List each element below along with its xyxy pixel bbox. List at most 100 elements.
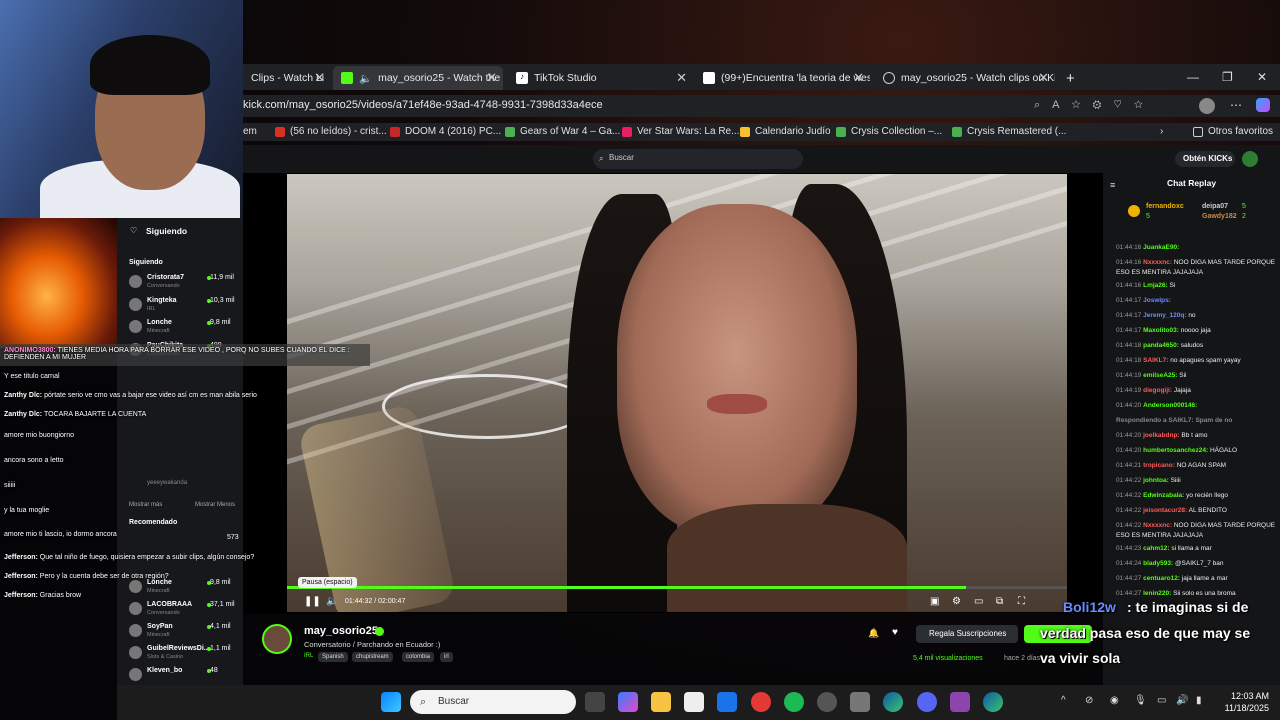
channel-avatar[interactable] — [129, 646, 142, 659]
sidebar-channel-name[interactable]: Lonche — [147, 579, 172, 586]
minimize-icon[interactable]: — — [1187, 70, 1199, 84]
heart-icon[interactable]: ♥ — [892, 627, 898, 638]
chat-username[interactable]: cahm12: — [1143, 545, 1169, 552]
record-icon[interactable]: ◉ — [1110, 695, 1119, 706]
windows-start-icon[interactable] — [381, 692, 401, 712]
close-icon[interactable]: ✕ — [486, 70, 497, 86]
chat-username[interactable]: emilseA25: — [1143, 372, 1177, 379]
more-menu-icon[interactable]: ⋯ — [1230, 98, 1242, 112]
close-window-icon[interactable]: ✕ — [1257, 70, 1267, 84]
chat-username[interactable]: Joswips: — [1143, 297, 1171, 304]
show-less-link[interactable]: Mostrar Menos — [195, 502, 235, 508]
bookmark-0[interactable]: em — [243, 126, 257, 137]
editor-icon[interactable] — [950, 692, 970, 712]
sidebar-channel-name[interactable]: Lonche — [147, 319, 172, 326]
close-icon[interactable]: ✕ — [1038, 70, 1049, 86]
sidebar-channel-name[interactable]: Kingteka — [147, 297, 177, 304]
close-icon[interactable]: ✕ — [314, 70, 325, 86]
fullscreen-icon[interactable]: ⛶ — [1018, 596, 1025, 607]
get-kicks-button[interactable]: Obtén KICKs — [1175, 151, 1235, 167]
bell-icon[interactable]: 🔔 — [868, 628, 879, 639]
volume-icon[interactable]: 🔈 — [326, 596, 338, 607]
user-avatar[interactable] — [1242, 151, 1258, 167]
chat-username[interactable]: joelkabdnp: — [1143, 432, 1179, 439]
maximize-icon[interactable]: ❐ — [1222, 70, 1233, 84]
channel-avatar[interactable] — [129, 668, 142, 681]
battery-icon[interactable]: ▮ — [1196, 695, 1202, 706]
outlook-icon[interactable] — [717, 692, 737, 712]
system-clock[interactable]: 12:03 AM 11/18/2025 — [1219, 690, 1269, 714]
spotify-icon[interactable] — [784, 692, 804, 712]
profile-avatar[interactable] — [1199, 98, 1215, 114]
chat-username[interactable]: JuankaE90: — [1143, 244, 1179, 251]
sidebar-channel-name[interactable]: Kleven_bo — [147, 667, 182, 674]
chat-username[interactable]: Maxolito03: — [1143, 327, 1179, 334]
channel-avatar[interactable] — [129, 624, 142, 637]
task-view-icon[interactable] — [585, 692, 605, 712]
bookmark-2[interactable]: DOOM 4 (2016) PC... — [390, 126, 501, 137]
settings-icon[interactable] — [850, 692, 870, 712]
discord-icon[interactable] — [917, 692, 937, 712]
chat-username[interactable]: panda4650: — [1143, 342, 1179, 349]
pip-icon[interactable]: ⧉ — [996, 596, 1003, 607]
settings-icon[interactable]: ⚙ — [952, 596, 961, 607]
chat-username[interactable]: tropicano: — [1143, 462, 1175, 469]
channel-avatar[interactable] — [129, 275, 142, 288]
store-icon[interactable] — [684, 692, 704, 712]
kick-search-input[interactable]: Buscar — [593, 149, 803, 169]
taskbar-search[interactable]: Buscar — [410, 690, 576, 714]
sidebar-channel-name[interactable]: GuibelReviewsDi... — [147, 645, 210, 652]
channel-avatar[interactable] — [129, 297, 142, 311]
network-icon[interactable]: ⊘ — [1085, 695, 1093, 706]
chat-username[interactable]: jeisontacur28: — [1143, 507, 1187, 514]
chat-username[interactable]: Edwinzabala: — [1143, 492, 1184, 499]
chat-username[interactable]: Respondiendo a SAIKL7: Spam de no — [1116, 417, 1232, 424]
close-icon[interactable]: ✕ — [853, 70, 864, 86]
theater-icon[interactable]: ▭ — [974, 596, 983, 607]
volume-icon[interactable]: 🔊 — [1176, 695, 1188, 706]
chat-username[interactable]: Lmja26: — [1143, 282, 1168, 289]
category-link[interactable]: IRL — [304, 653, 313, 659]
copilot-icon[interactable] — [618, 692, 638, 712]
chat-username[interactable]: blady593: — [1143, 560, 1173, 567]
clip-icon[interactable]: ▣ — [930, 596, 939, 607]
tab-tiktok-studio[interactable]: ♪ TikTok Studio ✕ — [508, 66, 693, 90]
opera-icon[interactable] — [751, 692, 771, 712]
chevron-right-icon[interactable]: › — [1160, 126, 1163, 137]
tab-clips[interactable]: Clips - Watch Li ✕ — [243, 66, 331, 90]
sidebar-header[interactable]: Siguiendo — [146, 226, 187, 236]
chrome-icon[interactable] — [817, 692, 837, 712]
channel-avatar[interactable] — [129, 320, 142, 333]
edge-icon[interactable] — [883, 692, 903, 712]
channel-name[interactable]: may_osorio25 — [304, 625, 378, 637]
channel-avatar[interactable] — [262, 624, 292, 654]
url-text[interactable]: kick.com/may_osorio25/videos/a71ef48e-93… — [243, 99, 603, 111]
bookmark-5[interactable]: Calendario Judío — [740, 126, 831, 137]
file-explorer-icon[interactable] — [651, 692, 671, 712]
copilot-icon[interactable] — [1256, 98, 1270, 112]
display-icon[interactable]: ▭ — [1157, 695, 1166, 706]
edge-icon[interactable] — [983, 692, 1003, 712]
chat-username[interactable]: humbertosanchez24: — [1143, 447, 1208, 454]
new-tab-button[interactable]: + — [1058, 66, 1082, 90]
chat-username[interactable]: johntoa: — [1143, 477, 1169, 484]
chat-username[interactable]: centuaro12: — [1143, 575, 1180, 582]
tag-colombia[interactable]: colombia — [402, 652, 435, 662]
tag-spanish[interactable]: Spanish — [318, 652, 348, 662]
video-frame[interactable] — [287, 174, 1067, 612]
chat-username[interactable]: SAIKL7: — [1143, 357, 1168, 364]
chat-username[interactable]: diegogiji: — [1143, 387, 1172, 394]
chat-username[interactable]: lenin220: — [1143, 590, 1171, 597]
tag-irl[interactable]: irl — [440, 652, 453, 662]
chat-username[interactable]: Nxxxxnc: — [1143, 259, 1172, 266]
address-bar-actions[interactable]: ⌕A☆⚙♡☆ — [1034, 99, 1155, 112]
sidebar-channel-name[interactable]: SoyPan — [147, 623, 173, 630]
pause-icon[interactable]: ❚❚ — [304, 596, 321, 607]
bookmark-6[interactable]: Crysis Collection –... — [836, 126, 942, 137]
bookmark-4[interactable]: Ver Star Wars: La Re... — [622, 126, 739, 137]
tag-chupistream[interactable]: chupistream — [352, 652, 393, 662]
channel-avatar[interactable] — [129, 602, 142, 615]
gift-subs-button[interactable]: Regala Suscripciones — [916, 625, 1018, 643]
bookmark-3[interactable]: Gears of War 4 – Ga... — [505, 126, 620, 137]
close-icon[interactable]: ✕ — [676, 70, 687, 86]
